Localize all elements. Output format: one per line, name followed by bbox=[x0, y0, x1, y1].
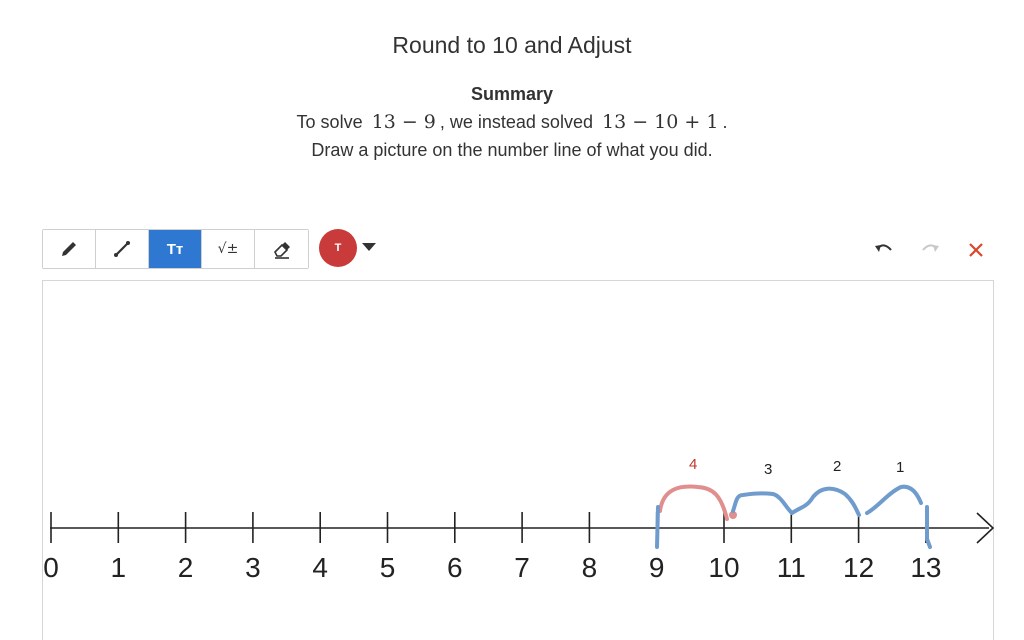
color-picker-button[interactable]: T bbox=[319, 229, 357, 267]
color-picker-label: T bbox=[334, 242, 342, 254]
jump-stroke-blue-2 bbox=[790, 486, 861, 517]
pencil-tool-button[interactable] bbox=[43, 230, 96, 268]
tick-label-0: 0 bbox=[43, 552, 59, 583]
tick-label-11: 11 bbox=[777, 552, 806, 583]
annotation-label-4: 4 bbox=[689, 456, 698, 473]
tick-label-10: 10 bbox=[708, 552, 739, 583]
jump-stroke-blue-1 bbox=[731, 491, 794, 515]
tick-label-4: 4 bbox=[312, 552, 328, 583]
jump-stroke-red bbox=[658, 484, 729, 521]
annotation-label-2: 2 bbox=[833, 458, 842, 475]
math-tool-button[interactable]: √± bbox=[202, 230, 255, 268]
summary-text-post: . bbox=[722, 112, 728, 132]
summary-text-mid: , we instead solved bbox=[439, 112, 593, 132]
redo-button[interactable] bbox=[918, 238, 942, 262]
tick-label-2: 2 bbox=[178, 552, 194, 583]
math-expression-2: 13 − 10 + 1 bbox=[601, 111, 719, 133]
summary-line-1: To solve 13 − 9, we instead solved 13 − … bbox=[0, 111, 1024, 133]
math-icon: √± bbox=[217, 241, 239, 257]
close-icon bbox=[969, 243, 983, 257]
text-tool-button[interactable]: Tт bbox=[149, 230, 202, 268]
summary-text-pre: To solve bbox=[296, 112, 363, 132]
summary-heading: Summary bbox=[470, 84, 554, 104]
summary-line-2: Draw a picture on the number line of wha… bbox=[311, 140, 713, 160]
annotation-label-1: 1 bbox=[896, 459, 905, 476]
redo-icon bbox=[922, 244, 939, 252]
tick-label-7: 7 bbox=[514, 552, 530, 583]
tick-label-6: 6 bbox=[447, 552, 463, 583]
close-button[interactable] bbox=[964, 238, 988, 262]
undo-icon bbox=[875, 244, 892, 252]
tick-label-9: 9 bbox=[649, 552, 665, 583]
tick-label-3: 3 bbox=[245, 552, 261, 583]
tick-label-12: 12 bbox=[843, 552, 874, 583]
math-expression-1: 13 − 9 bbox=[371, 111, 436, 133]
text-icon: Tт bbox=[166, 240, 184, 258]
tick-stroke-13 bbox=[925, 505, 932, 549]
number-line: 0 1 2 3 4 5 6 7 8 9 10 11 12 13 bbox=[43, 484, 995, 583]
pencil-icon bbox=[62, 242, 76, 256]
drawing-toolbar: Tт √± bbox=[42, 229, 309, 269]
line-icon bbox=[114, 241, 130, 257]
annotation-label-3: 3 bbox=[764, 461, 773, 478]
eraser-icon bbox=[273, 242, 290, 259]
tick-label-1: 1 bbox=[111, 552, 127, 583]
page-title: Round to 10 and Adjust bbox=[392, 32, 632, 58]
undo-button[interactable] bbox=[872, 238, 896, 262]
drawing-canvas[interactable]: 0 1 2 3 4 5 6 7 8 9 10 11 12 13 4 3 2 1 bbox=[42, 280, 995, 640]
line-tool-button[interactable] bbox=[96, 230, 149, 268]
jump-stroke-blue-3 bbox=[865, 484, 923, 515]
tick-label-8: 8 bbox=[582, 552, 598, 583]
tick-label-5: 5 bbox=[380, 552, 396, 583]
tick-label-13: 13 bbox=[910, 552, 941, 583]
tick-stroke-9 bbox=[655, 505, 660, 549]
eraser-tool-button[interactable] bbox=[255, 230, 308, 268]
chevron-down-icon[interactable] bbox=[362, 243, 376, 251]
